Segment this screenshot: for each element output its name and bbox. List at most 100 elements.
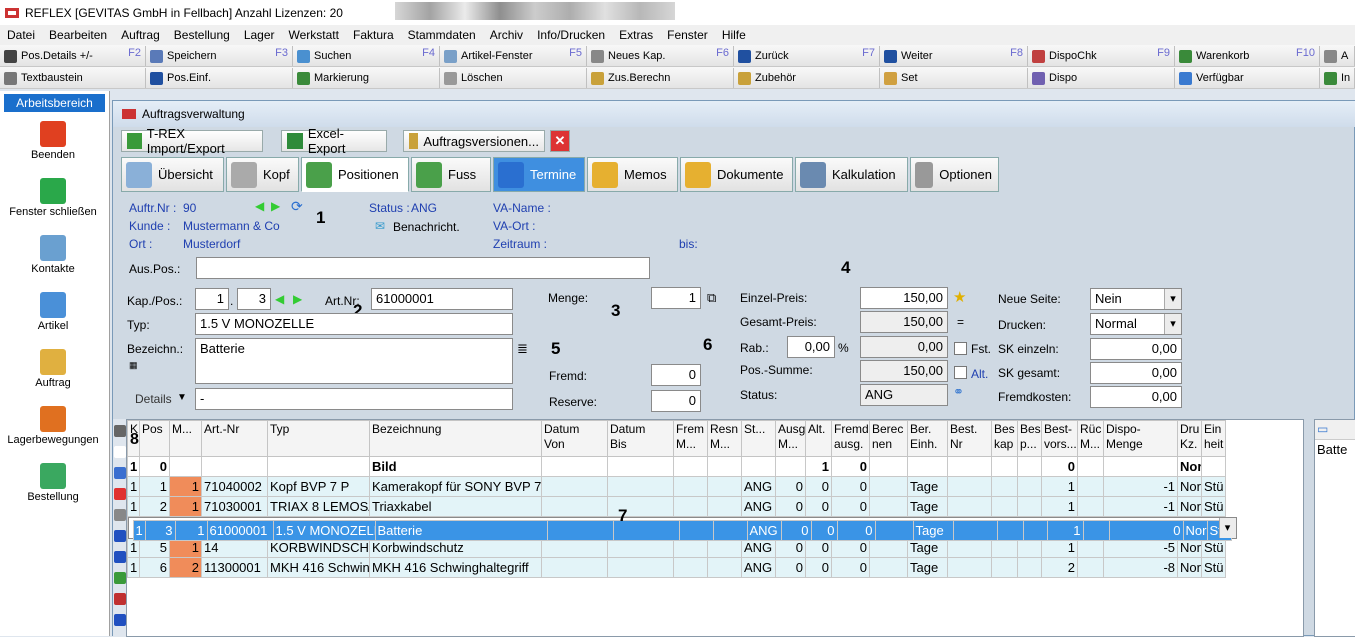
tab-dokumente[interactable]: Dokumente: [680, 157, 793, 192]
menu-datei[interactable]: Datei: [0, 28, 42, 42]
notify-button[interactable]: Benachricht.: [393, 220, 460, 234]
sidebar-item-fenster-schließen[interactable]: Fenster schließen: [0, 178, 106, 218]
toolbar1-dispochk-button[interactable]: DispoChk F9: [1028, 46, 1175, 66]
toolbar1-neues-kap-button[interactable]: Neues Kap. F6: [587, 46, 734, 66]
toolbar1-zurück-button[interactable]: Zurück F7: [734, 46, 880, 66]
pos-prev-icon[interactable]: ◀: [275, 292, 284, 306]
column-header[interactable]: Datum Bis: [607, 420, 674, 457]
tab-optionen[interactable]: Optionen: [910, 157, 999, 192]
drucken-select[interactable]: Normal: [1090, 313, 1182, 335]
table-row[interactable]: 16211300001MKH 416 Schwingh.MKH 416 Schw…: [127, 557, 1226, 578]
details-label[interactable]: Details: [135, 392, 172, 406]
toolbar2-zubehör-button[interactable]: Zubehör: [734, 68, 880, 88]
toolbar2-pos-einf-button[interactable]: Pos.Einf.: [146, 68, 293, 88]
neue-seite-select[interactable]: Nein: [1090, 288, 1182, 310]
trash-small-icon[interactable]: [114, 509, 126, 521]
menu-faktura[interactable]: Faktura: [346, 28, 401, 42]
fremd-input[interactable]: 0: [651, 364, 701, 386]
table-row[interactable]: 1 0 Bild 1 0 0 Nor: [127, 456, 1226, 477]
column-header[interactable]: Berec nen: [869, 420, 908, 457]
rabatt-input[interactable]: 0,00: [787, 336, 835, 358]
blank-icon[interactable]: [114, 446, 126, 458]
fst-checkbox[interactable]: [954, 342, 967, 355]
menu-auftrag[interactable]: Auftrag: [114, 28, 167, 42]
table-row[interactable]: 131610000011.5 V MONOZELLEBatterieANG000…: [127, 517, 1237, 541]
column-header[interactable]: Bezeichnung: [369, 420, 542, 457]
save-small-icon[interactable]: [114, 467, 126, 479]
workflow-icon[interactable]: ⚭: [953, 384, 964, 400]
column-header[interactable]: Bes kap: [991, 420, 1018, 457]
stock-icon[interactable]: ⧉: [707, 290, 716, 306]
toolbar2-in-button[interactable]: In: [1320, 68, 1355, 88]
column-header[interactable]: St...: [741, 420, 776, 457]
toolbar1-suchen-button[interactable]: Suchen F4: [293, 46, 440, 66]
pos-input[interactable]: 3: [237, 288, 271, 310]
table-row[interactable]: 1 2 1 71030001 TRIAX 8 LEMOSA Triaxkabel ANG 0 0…: [127, 496, 1226, 517]
toolbar2-set-button[interactable]: Set: [880, 68, 1028, 88]
menu-archiv[interactable]: Archiv: [483, 28, 530, 42]
sidebar-item-beenden[interactable]: Beenden: [0, 121, 106, 161]
tab-kalkulation[interactable]: Kalkulation: [795, 157, 908, 192]
star-icon[interactable]: ★: [953, 288, 966, 306]
column-header[interactable]: Frem M...: [673, 420, 708, 457]
sidebar-item-kontakte[interactable]: Kontakte: [0, 235, 106, 275]
excel-export-button[interactable]: Excel-Export: [281, 126, 387, 156]
aus-pos-input[interactable]: [196, 257, 650, 279]
column-header[interactable]: M...: [169, 420, 202, 457]
menge-input[interactable]: 1: [651, 287, 701, 309]
menu-stammdaten[interactable]: Stammdaten: [401, 28, 483, 42]
alt-checkbox[interactable]: [954, 366, 967, 379]
tab-memos[interactable]: Memos: [587, 157, 678, 192]
tab-termine[interactable]: Termine: [493, 157, 585, 192]
menu-lager[interactable]: Lager: [237, 28, 282, 42]
toolbar1-artikel-fenster-button[interactable]: Artikel-Fenster F5: [440, 46, 587, 66]
trex-import-button[interactable]: T-REX Import/Export: [121, 126, 263, 156]
toolbar2-dispo-button[interactable]: Dispo: [1028, 68, 1175, 88]
insert-small-icon[interactable]: [114, 572, 126, 584]
column-header[interactable]: Ein heit: [1201, 420, 1226, 457]
toolbar1-weiter-button[interactable]: Weiter F8: [880, 46, 1028, 66]
menu-bestellung[interactable]: Bestellung: [167, 28, 237, 42]
menu-bearbeiten[interactable]: Bearbeiten: [42, 28, 114, 42]
column-header[interactable]: Dru Kz.: [1177, 420, 1202, 457]
toolbar2-textbaustein-button[interactable]: Textbaustein: [0, 68, 146, 88]
panel-icon[interactable]: ▭: [1317, 422, 1328, 436]
text-lines-icon[interactable]: ≣: [517, 341, 528, 357]
sidebar-item-lagerbewegungen[interactable]: Lagerbewegungen: [0, 406, 106, 446]
menu-info-drucken[interactable]: Info/Drucken: [530, 28, 612, 42]
up-arrow-icon[interactable]: [114, 530, 126, 542]
toolbar1-pos-details-button[interactable]: Pos.Details +/- F2: [0, 46, 146, 66]
tab-übersicht[interactable]: Übersicht: [121, 157, 224, 192]
table-row[interactable]: 1 1 1 71040002 Kopf BVP 7 P Kamerakopf für SO…: [127, 476, 1226, 497]
typ-input[interactable]: 1.5 V MONOZELLE: [195, 313, 513, 335]
column-header[interactable]: Ber. Einh.: [907, 420, 948, 457]
printer-icon[interactable]: [114, 425, 126, 437]
pos-next-icon[interactable]: ▶: [293, 292, 302, 306]
column-header[interactable]: Resn M...: [707, 420, 742, 457]
tab-fuss[interactable]: Fuss: [411, 157, 491, 192]
column-header[interactable]: Alt.: [805, 420, 832, 457]
bezeichnung-textarea[interactable]: Batterie: [195, 338, 513, 384]
reserve-input[interactable]: 0: [651, 390, 701, 412]
column-header[interactable]: Rüc M...: [1077, 420, 1104, 457]
column-header[interactable]: Best- vors...: [1041, 420, 1078, 457]
einzelpreis-input[interactable]: 150,00: [860, 287, 948, 309]
column-header[interactable]: Dispo- Menge: [1103, 420, 1178, 457]
details-chevron-icon[interactable]: ▼: [177, 392, 187, 403]
column-header[interactable]: Art.-Nr: [201, 420, 268, 457]
prev-arrow-icon[interactable]: ◀: [255, 199, 264, 213]
column-header[interactable]: Ausg M...: [775, 420, 806, 457]
sidebar-item-artikel[interactable]: Artikel: [0, 292, 106, 332]
sidebar-item-bestellung[interactable]: Bestellung: [0, 463, 106, 503]
sidebar-item-auftrag[interactable]: Auftrag: [0, 349, 106, 389]
toolbar2-zus-berechn-button[interactable]: Zus.Berechn: [587, 68, 734, 88]
column-header[interactable]: Typ: [267, 420, 370, 457]
close-icon[interactable]: ✕: [550, 130, 570, 152]
toolbar2-verfügbar-button[interactable]: Verfügbar: [1175, 68, 1320, 88]
column-header[interactable]: Pos: [139, 420, 170, 457]
menu-hilfe[interactable]: Hilfe: [715, 28, 753, 42]
menu-extras[interactable]: Extras: [612, 28, 660, 42]
kap-input[interactable]: 1: [195, 288, 229, 310]
sk-gesamt-input[interactable]: 0,00: [1090, 362, 1182, 384]
toolbar2-markierung-button[interactable]: Markierung: [293, 68, 440, 88]
